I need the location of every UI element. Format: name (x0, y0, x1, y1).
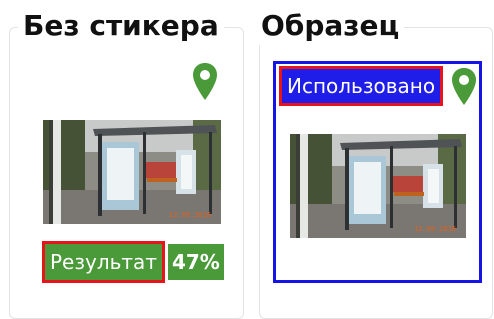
result-label[interactable]: Результат (42, 241, 165, 283)
result-score: 47% (167, 244, 224, 280)
used-badge[interactable]: Использовано (279, 66, 444, 106)
sample-photo[interactable]: 12.09.2016 (290, 134, 466, 238)
svg-text:12.09.2016: 12.09.2016 (414, 225, 456, 233)
sample-title: Образец (256, 7, 405, 45)
result-badge: Результат 47% (42, 241, 224, 283)
svg-text:12.09.2016: 12.09.2016 (169, 211, 211, 219)
map-pin-icon (452, 68, 476, 105)
map-pin-icon (193, 63, 217, 100)
bus-stop-photo[interactable]: 12.09.2016 (43, 120, 221, 224)
no-sticker-title: Без стикера (18, 7, 224, 45)
